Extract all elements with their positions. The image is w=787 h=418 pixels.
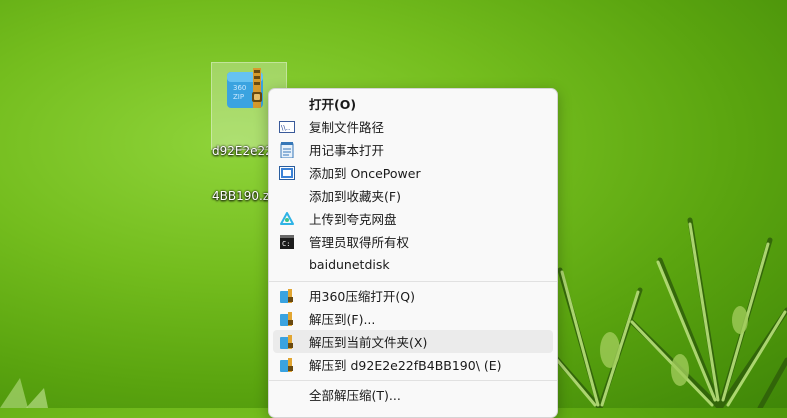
- blank-icon: [279, 188, 295, 204]
- menu-item-label: 解压到(F)...: [309, 312, 376, 327]
- svg-text:360: 360: [233, 84, 246, 92]
- blank-icon: [279, 96, 295, 112]
- 360zip-icon: [279, 288, 295, 304]
- menu-item-label: 解压到当前文件夹(X): [309, 335, 428, 350]
- menu-separator: [269, 380, 557, 381]
- menu-item-label: 打开(O): [309, 97, 357, 112]
- menu-item-label: 添加到 OncePower: [309, 166, 421, 181]
- menu-item-baidunetdisk[interactable]: baidunetdisk: [273, 253, 553, 276]
- 360zip-icon: [279, 357, 295, 373]
- wallpaper-pine-decoration: [540, 217, 787, 408]
- menu-item-label: 全部解压缩(T)...: [309, 388, 401, 403]
- menu-item-open-notepad[interactable]: 用记事本打开: [273, 138, 553, 161]
- menu-item-label: baidunetdisk: [309, 257, 390, 272]
- menu-item-extract-to[interactable]: 解压到(F)...: [273, 307, 553, 330]
- menu-item-label: 用记事本打开: [309, 143, 385, 158]
- menu-item-open[interactable]: 打开(O): [273, 92, 553, 115]
- blank-icon: [279, 387, 295, 403]
- menu-item-label: 添加到收藏夹(F): [309, 189, 401, 204]
- menu-item-upload-quark[interactable]: 上传到夸克网盘: [273, 207, 553, 230]
- oncepower-icon: [279, 165, 295, 181]
- menu-item-extract-here[interactable]: 解压到当前文件夹(X): [273, 330, 553, 353]
- menu-item-add-favorites[interactable]: 添加到收藏夹(F): [273, 184, 553, 207]
- path-copy-icon: \\..: [279, 119, 295, 135]
- admin-terminal-icon: C:: [279, 234, 295, 250]
- 360zip-file-icon: 360 ZIP: [227, 68, 263, 108]
- menu-item-copy-path[interactable]: \\.. 复制文件路径: [273, 115, 553, 138]
- quark-cloud-icon: [279, 211, 295, 227]
- menu-item-label: 管理员取得所有权: [309, 235, 410, 250]
- menu-item-add-oncepower[interactable]: 添加到 OncePower: [273, 161, 553, 184]
- 360zip-icon: [279, 311, 295, 327]
- menu-item-open-360zip[interactable]: 用360压缩打开(Q): [273, 284, 553, 307]
- menu-item-label: 复制文件路径: [309, 120, 385, 135]
- desktop[interactable]: 360 ZIP d92E2e22 4BB190.z 打开(O) \\.. 复制文…: [0, 0, 787, 418]
- menu-item-extract-to-folder[interactable]: 解压到 d92E2e22fB4BB190\ (E): [273, 353, 553, 376]
- context-menu: 打开(O) \\.. 复制文件路径 用记事本打开 添加到 OncePower 添…: [268, 88, 558, 418]
- menu-item-label: 上传到夸克网盘: [309, 212, 397, 227]
- menu-item-extract-all[interactable]: 全部解压缩(T)...: [273, 383, 553, 406]
- menu-item-take-ownership[interactable]: C: 管理员取得所有权: [273, 230, 553, 253]
- svg-text:ZIP: ZIP: [233, 93, 244, 101]
- svg-text:C:: C:: [282, 240, 290, 248]
- 360zip-icon: [279, 334, 295, 350]
- wallpaper-plant-decoration: [0, 378, 48, 408]
- svg-text:\\..: \\..: [281, 124, 290, 132]
- menu-item-label: 解压到 d92E2e22fB4BB190\ (E): [309, 358, 502, 373]
- notepad-icon: [279, 141, 295, 158]
- blank-icon: [279, 257, 295, 273]
- menu-separator: [269, 281, 557, 282]
- menu-item-label: 用360压缩打开(Q): [309, 289, 415, 304]
